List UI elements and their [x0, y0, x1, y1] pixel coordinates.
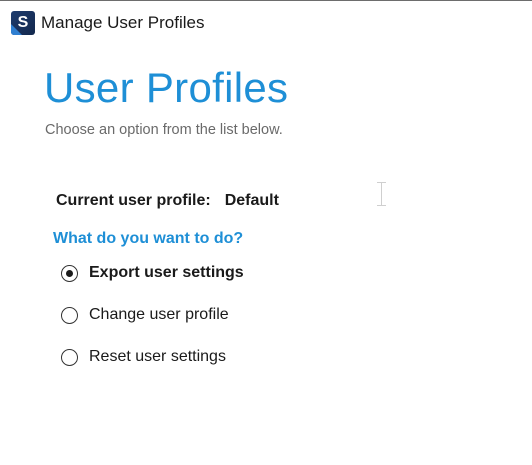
current-profile-label: Current user profile: [56, 192, 211, 209]
option-change-user-profile[interactable]: Change user profile [61, 304, 229, 326]
current-profile-row: Current user profile: Default [56, 192, 279, 210]
page-title: User Profiles [44, 64, 289, 111]
text-cursor-icon [376, 182, 387, 206]
option-reset-user-settings[interactable]: Reset user settings [61, 346, 226, 368]
window-title: Manage User Profiles [41, 13, 205, 32]
radio-button-selected[interactable] [61, 264, 78, 282]
options-question: What do you want to do? [53, 230, 244, 247]
option-export-user-settings[interactable]: Export user settings [61, 262, 244, 284]
current-profile-value: Default [224, 192, 279, 209]
title-bar: S Manage User Profiles [0, 1, 532, 47]
option-label: Export user settings [89, 264, 244, 281]
app-logo-icon: S [11, 11, 35, 35]
app-logo-letter: S [17, 14, 29, 31]
option-label: Reset user settings [89, 348, 226, 365]
option-label: Change user profile [89, 306, 229, 323]
page-subtitle: Choose an option from the list below. [45, 122, 283, 138]
manage-user-profiles-window: S Manage User Profiles User Profiles Cho… [0, 0, 532, 465]
radio-button[interactable] [61, 348, 78, 366]
radio-button[interactable] [61, 306, 78, 324]
